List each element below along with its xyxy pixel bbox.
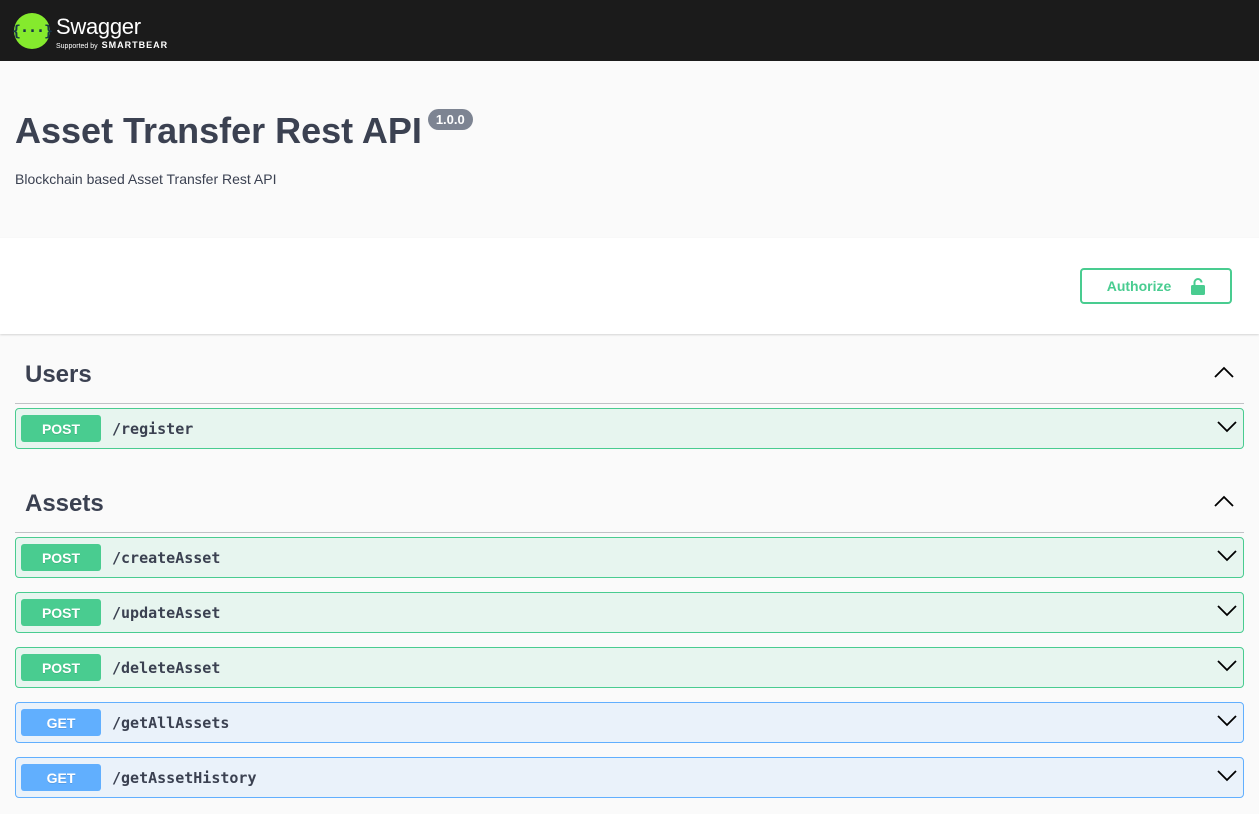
swagger-logo[interactable]: {···} Swagger Supported by SMARTBEAR xyxy=(12,12,169,50)
chevron-down-icon[interactable] xyxy=(1217,659,1237,677)
chevron-down-icon[interactable] xyxy=(1217,549,1237,567)
tag-header[interactable]: Users xyxy=(15,334,1244,404)
logo-text: Swagger Supported by SMARTBEAR xyxy=(56,13,169,50)
operation-path: /register xyxy=(112,419,194,438)
operation-getassethistory[interactable]: GET/getAssetHistory xyxy=(15,757,1244,798)
api-description: Blockchain based Asset Transfer Rest API xyxy=(15,171,277,187)
chevron-down-icon[interactable] xyxy=(1217,420,1237,438)
api-info: Asset Transfer Rest API 1.0.0 Blockchain… xyxy=(0,61,1259,238)
method-badge: POST xyxy=(21,415,101,442)
lock-icon xyxy=(1191,277,1206,295)
chevron-up-icon[interactable] xyxy=(1214,484,1234,512)
operation-createasset[interactable]: POST/createAsset xyxy=(15,537,1244,578)
operation-getallassets[interactable]: GET/getAllAssets xyxy=(15,702,1244,743)
method-badge: POST xyxy=(21,654,101,681)
tag-title: Assets xyxy=(25,489,104,517)
page-title: Asset Transfer Rest API xyxy=(15,110,422,151)
operation-path: /getAllAssets xyxy=(112,713,230,732)
method-badge: GET xyxy=(21,709,101,736)
operation-deleteasset[interactable]: POST/deleteAsset xyxy=(15,647,1244,688)
logo-brand: SMARTBEAR xyxy=(101,39,169,50)
tag-section-users: Users POST/register xyxy=(15,334,1244,449)
logo-sub: Supported by SMARTBEAR xyxy=(56,39,169,50)
tag-title: Users xyxy=(25,360,92,388)
operations-content: Users POST/register Assets POST/createAsset… xyxy=(0,334,1259,798)
authorize-label: Authorize xyxy=(1106,278,1172,294)
swagger-logo-icon: {···} xyxy=(12,12,53,49)
operation-updateasset[interactable]: POST/updateAsset xyxy=(15,592,1244,633)
logo-name: Swagger xyxy=(56,13,141,39)
method-badge: POST xyxy=(21,544,101,571)
version-badge: 1.0.0 xyxy=(427,109,473,130)
chevron-down-icon[interactable] xyxy=(1217,769,1237,787)
method-badge: POST xyxy=(21,599,101,626)
authorize-button[interactable]: Authorize xyxy=(1080,268,1232,304)
title-row: Asset Transfer Rest API 1.0.0 xyxy=(15,109,1244,151)
operation-path: /createAsset xyxy=(112,548,221,567)
method-badge: GET xyxy=(21,764,101,791)
topbar: {···} Swagger Supported by SMARTBEAR xyxy=(0,0,1259,61)
scheme-container: Authorize xyxy=(0,238,1259,334)
chevron-down-icon[interactable] xyxy=(1217,714,1237,732)
tag-header[interactable]: Assets xyxy=(15,463,1244,533)
logo-sub-label: Supported by xyxy=(56,42,98,50)
chevron-up-icon[interactable] xyxy=(1214,355,1234,383)
operation-path: /updateAsset xyxy=(112,603,221,622)
operation-path: /deleteAsset xyxy=(112,658,221,677)
operation-register[interactable]: POST/register xyxy=(15,408,1244,449)
tag-section-assets: Assets POST/createAsset POST/updateAsset PO… xyxy=(15,463,1244,798)
chevron-down-icon[interactable] xyxy=(1217,604,1237,622)
operation-path: /getAssetHistory xyxy=(112,768,257,787)
